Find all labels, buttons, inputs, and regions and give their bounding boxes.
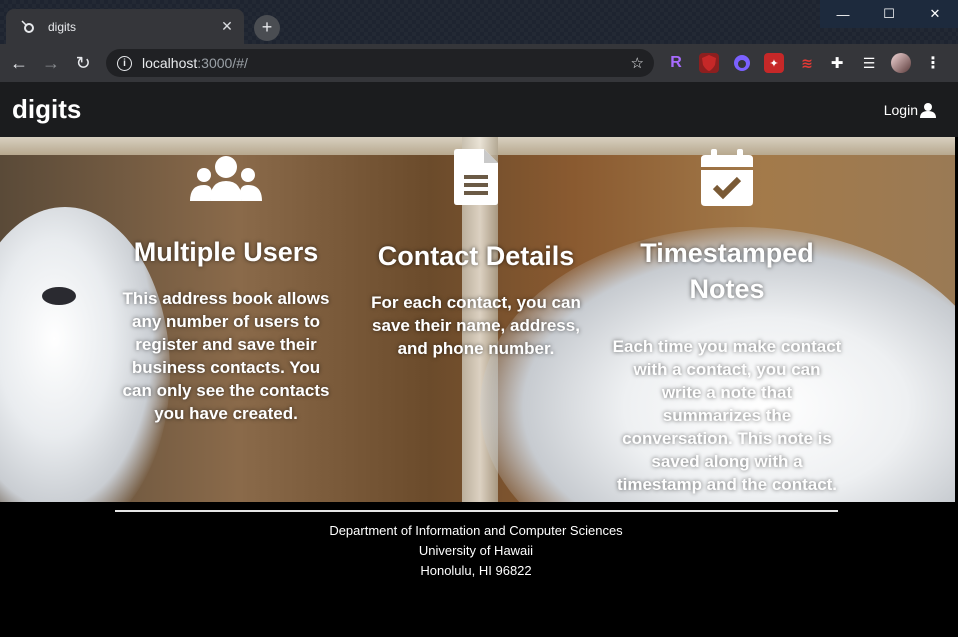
tab-title: digits (48, 19, 77, 34)
feature-title: Timestamped Notes (640, 238, 814, 304)
feature-title: Multiple Users (133, 237, 319, 267)
calendar-check-icon (701, 149, 753, 206)
browser-toolbar: ← → ↻ i localhost:3000/#/ ☆ R ✦ ≋ ✚ ☰ ⋮ (0, 44, 958, 82)
address-bar[interactable]: i localhost:3000/#/ ☆ (106, 49, 654, 77)
footer-department: Department of Information and Computer S… (329, 523, 623, 538)
feature-contact-details: Contact Details For each contact, you ca… (366, 149, 586, 360)
browser-tab[interactable]: digits ✕ (6, 9, 244, 44)
file-text-icon (454, 149, 498, 205)
window-controls: — ☐ ✕ (820, 0, 958, 28)
extension-r-icon[interactable]: R (666, 53, 686, 73)
feature-timestamped-notes: Timestamped Notes Each time you make con… (612, 149, 842, 496)
info-icon[interactable]: i (117, 55, 132, 71)
login-button[interactable]: Login (884, 102, 936, 118)
url-text: localhost:3000/#/ (142, 55, 248, 71)
footer-divider (115, 510, 838, 512)
login-label: Login (883, 102, 918, 118)
feature-description: This address book allows any number of u… (122, 289, 330, 423)
brand-logo[interactable]: digits (12, 94, 81, 125)
footer-address: Department of Information and Computer S… (0, 521, 952, 581)
github-extension-icon[interactable] (732, 53, 752, 73)
feature-description: For each contact, you can save their nam… (371, 293, 581, 358)
browser-titlebar: digits ✕ + — ☐ ✕ (0, 0, 958, 44)
back-arrow-icon[interactable]: ← (6, 50, 32, 76)
minimize-button[interactable]: — (820, 0, 866, 28)
close-window-button[interactable]: ✕ (912, 0, 958, 28)
site-navbar: digits Login (0, 82, 958, 137)
meteor-favicon-icon (20, 19, 36, 35)
extension-stripes-icon[interactable]: ≋ (797, 53, 817, 73)
extension-red-icon[interactable]: ✦ (764, 53, 784, 73)
new-tab-button[interactable]: + (254, 15, 280, 41)
footer-university: University of Hawaii (418, 543, 534, 558)
maximize-button[interactable]: ☐ (866, 0, 912, 28)
forward-arrow-icon[interactable]: → (38, 50, 64, 76)
landing-hero: Multiple Users This address book allows … (0, 137, 955, 502)
media-queue-icon[interactable]: ☰ (859, 53, 879, 73)
users-icon (190, 156, 262, 201)
menu-dots-icon[interactable]: ⋮ (923, 53, 943, 73)
feature-title: Contact Details (377, 241, 575, 271)
feature-multiple-users: Multiple Users This address book allows … (115, 155, 337, 425)
reload-icon[interactable]: ↻ (70, 50, 96, 76)
extensions-puzzle-icon[interactable]: ✚ (827, 53, 847, 73)
footer-city: Honolulu, HI 96822 (420, 563, 532, 578)
close-tab-icon[interactable]: ✕ (216, 18, 238, 35)
profile-avatar[interactable] (891, 53, 911, 73)
user-icon (920, 102, 936, 118)
site-footer: Department of Information and Computer S… (0, 502, 958, 637)
ublock-icon[interactable] (699, 53, 719, 73)
feature-description: Each time you make contact with a contac… (612, 337, 842, 494)
bookmark-star-icon[interactable]: ☆ (631, 54, 644, 72)
